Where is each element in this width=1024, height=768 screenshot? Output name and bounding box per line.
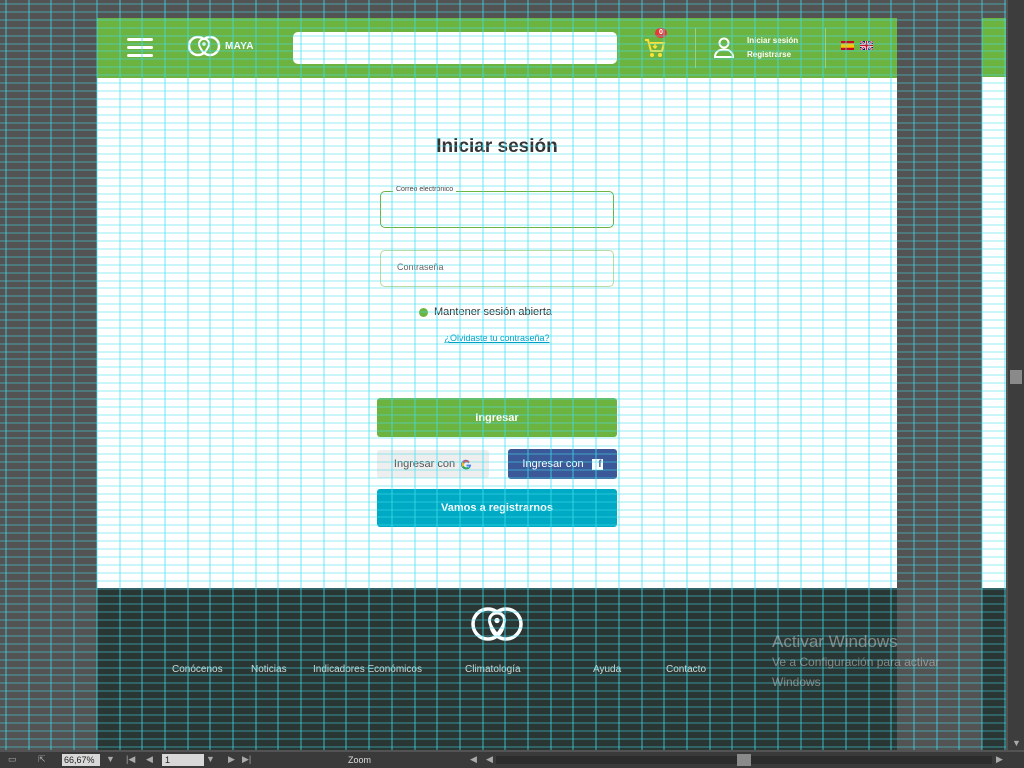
watermark-line-2: Windows xyxy=(772,675,821,689)
adjacent-artboard-footer xyxy=(982,588,1006,750)
remember-me-option[interactable]: Mantener sesión abierta xyxy=(419,306,552,318)
header-divider xyxy=(695,28,696,68)
brand-logo[interactable]: MAYA xyxy=(187,35,254,57)
zoom-input[interactable]: 66,67% xyxy=(62,754,100,766)
zoom-label: Zoom xyxy=(348,755,372,765)
footer-link-noticias[interactable]: Noticias xyxy=(251,664,287,675)
export-icon[interactable]: ⇱ xyxy=(38,754,46,765)
last-page-icon[interactable]: ▶| xyxy=(242,754,251,765)
footer-link-indicadores[interactable]: Indicadores Económicos xyxy=(313,664,422,675)
scroll-left-arrow-icon[interactable]: ◀ xyxy=(486,754,493,765)
vertical-scroll-thumb[interactable] xyxy=(1010,370,1022,384)
previous-page-icon[interactable]: ◀ xyxy=(146,754,153,765)
location-logo-icon xyxy=(471,607,523,641)
footer-link-contacto[interactable]: Contacto xyxy=(666,664,706,675)
search-input[interactable] xyxy=(293,32,617,64)
google-login-label: Ingresar con xyxy=(393,458,456,470)
password-placeholder: Contraseña xyxy=(397,262,444,272)
scroll-left-arrow-icon[interactable]: ◀ xyxy=(470,754,477,765)
cart-icon[interactable] xyxy=(643,36,667,60)
login-link[interactable]: Iniciar sesión xyxy=(747,34,798,48)
facebook-login-label: Ingresar con xyxy=(522,458,584,470)
footer-link-climatologia[interactable]: Climatología xyxy=(465,664,521,675)
language-selector xyxy=(841,41,873,50)
menu-icon[interactable] xyxy=(127,38,153,58)
location-logo-icon xyxy=(187,35,221,57)
header-divider xyxy=(825,28,826,68)
next-page-icon[interactable]: ▶ xyxy=(228,754,235,765)
adjacent-artboard-body xyxy=(982,77,1006,588)
uk-flag-icon[interactable] xyxy=(860,41,873,50)
google-login-button[interactable]: Ingresar con xyxy=(377,450,489,478)
password-field[interactable]: Contraseña xyxy=(380,250,614,287)
auth-links: Iniciar sesión Registrarse xyxy=(747,34,798,62)
watermark-line-1: Ve a Configuración para activar xyxy=(772,655,940,669)
footer-link-ayuda[interactable]: Ayuda xyxy=(593,664,621,675)
cart-count-badge: 0 xyxy=(655,28,667,38)
top-navigation-bar: MAYA 0 Iniciar sesión Registrarse xyxy=(97,18,897,78)
adjacent-artboard-header xyxy=(982,18,1006,77)
email-field-label: Correo electrónico xyxy=(393,186,457,193)
register-button[interactable]: Vamos a registrarnos xyxy=(377,489,617,527)
status-bar: ▭ ⇱ 66,67% ▼ |◀ ◀ 1 ▼ ▶ ▶| Zoom ◀ ◀ ▶ xyxy=(0,752,1024,768)
page-dropdown-icon[interactable]: ▼ xyxy=(206,754,215,764)
windows-activation-watermark: Activar Windows Ve a Configuración para … xyxy=(772,632,939,692)
spain-flag-icon[interactable] xyxy=(841,41,854,50)
email-field[interactable]: Correo electrónico xyxy=(380,186,614,228)
watermark-title: Activar Windows xyxy=(772,632,898,651)
remember-me-toggle[interactable] xyxy=(419,307,428,317)
page-title: Iniciar sesión xyxy=(436,136,558,157)
user-icon[interactable] xyxy=(713,36,735,58)
brand-name: MAYA xyxy=(225,40,254,52)
first-page-icon[interactable]: |◀ xyxy=(126,754,135,765)
remember-me-label: Mantener sesión abierta xyxy=(434,306,553,318)
login-button[interactable]: Ingresar xyxy=(377,398,617,437)
horizontal-scroll-thumb[interactable] xyxy=(737,754,751,766)
facebook-login-button[interactable]: Ingresar con f xyxy=(508,449,617,479)
page-preview-icon[interactable]: ▭ xyxy=(8,754,17,765)
facebook-icon: f xyxy=(591,458,603,470)
page-number-input[interactable]: 1 xyxy=(162,754,204,766)
google-icon xyxy=(461,459,472,469)
scroll-down-arrow-icon[interactable]: ▼ xyxy=(1012,738,1021,748)
scroll-right-arrow-icon[interactable]: ▶ xyxy=(996,754,1003,765)
register-link[interactable]: Registrarse xyxy=(747,48,798,62)
footer-link-conocenos[interactable]: Conócenos xyxy=(172,664,223,675)
zoom-dropdown-icon[interactable]: ▼ xyxy=(106,754,115,764)
forgot-password-link[interactable]: ¿Olvidaste tu contraseña? xyxy=(97,333,897,343)
